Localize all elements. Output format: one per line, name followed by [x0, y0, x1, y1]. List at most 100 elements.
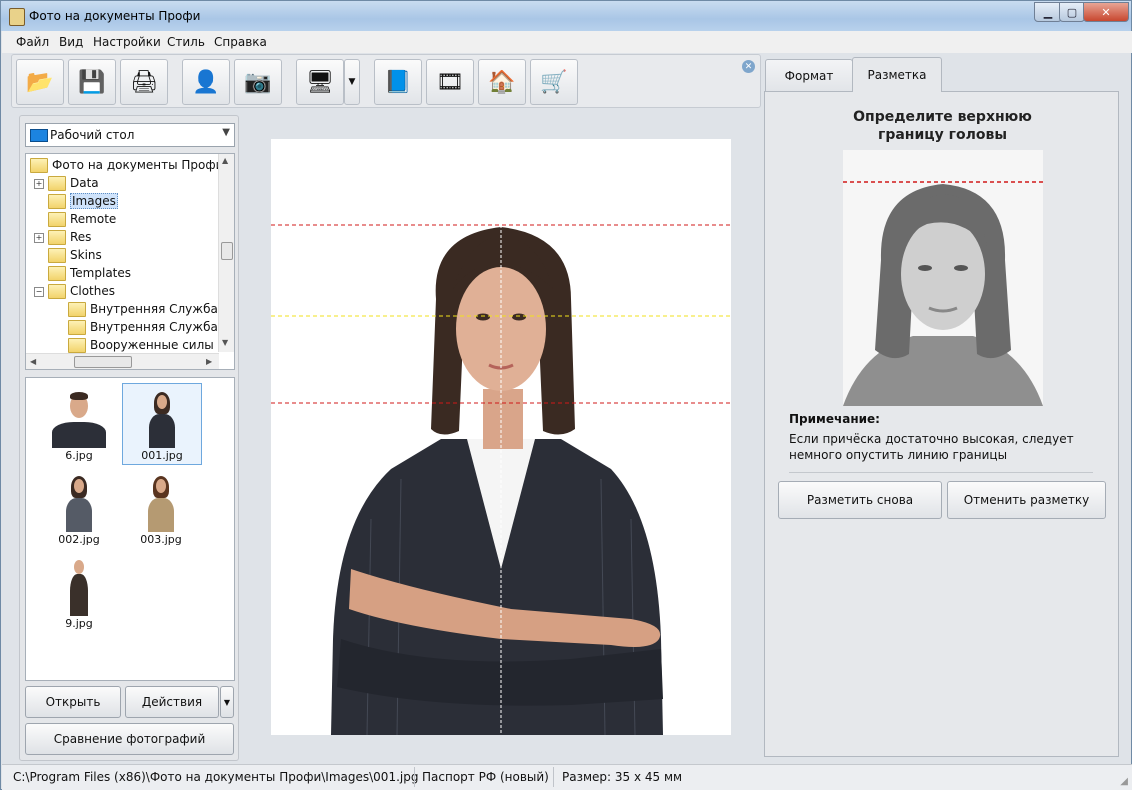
- title-bar: Фото на документы Профи ▁ ▢ ✕: [1, 1, 1131, 31]
- reference-photo: [843, 150, 1043, 406]
- camera-button[interactable]: 📷: [234, 59, 282, 105]
- save-button[interactable]: 💾: [68, 59, 116, 105]
- remark-again-button[interactable]: Разметить снова: [778, 481, 942, 519]
- tree-horizontal-scrollbar[interactable]: ◀ ▶: [26, 353, 219, 369]
- person-icon: 👤: [192, 69, 220, 95]
- chevron-down-icon: ▼: [223, 697, 231, 707]
- thumbnail-list: 6.jpg 001.jpg 002.jpg 003.jpg 9.jpg: [25, 377, 235, 681]
- tree-item[interactable]: Remote: [48, 210, 116, 228]
- status-format: Паспорт РФ (новый): [422, 770, 549, 784]
- scroll-down-icon[interactable]: ▼: [222, 338, 228, 347]
- menu-help[interactable]: Справка: [214, 35, 267, 49]
- video-button[interactable]: 🎞: [426, 59, 474, 105]
- maximize-button[interactable]: ▢: [1059, 2, 1085, 22]
- thumbnail-item[interactable]: 6.jpg: [40, 384, 118, 464]
- expand-icon[interactable]: +: [34, 179, 44, 189]
- folder-icon: [30, 157, 48, 173]
- monitor-dropdown[interactable]: ▼: [344, 59, 360, 105]
- thumbnail-image: [127, 386, 197, 448]
- instruction-title: Определите верхнюю границу головы: [765, 108, 1120, 144]
- thumbnail-image: [44, 470, 114, 532]
- tree-item[interactable]: Внутренняя Служба ж: [68, 300, 232, 318]
- home-icon: 🏠: [488, 69, 516, 95]
- actions-button[interactable]: Действия: [125, 686, 219, 718]
- cart-button[interactable]: 🛒: [530, 59, 578, 105]
- resize-grip-icon[interactable]: ◢: [1120, 776, 1128, 787]
- location-value: Рабочий стол: [50, 128, 135, 142]
- status-separator: [553, 767, 554, 787]
- scroll-right-icon[interactable]: ▶: [206, 357, 212, 366]
- person-button[interactable]: 👤: [182, 59, 230, 105]
- tree-item[interactable]: Res: [48, 228, 91, 246]
- print-button[interactable]: 🖨: [120, 59, 168, 105]
- tree-item[interactable]: Фото на документы Профи: [30, 156, 223, 174]
- close-icon: ✕: [744, 61, 753, 72]
- scroll-thumb[interactable]: [74, 356, 132, 368]
- scroll-thumb[interactable]: [221, 242, 233, 260]
- thumbnail-image: [44, 386, 114, 448]
- tree-item[interactable]: Templates: [48, 264, 131, 282]
- thumbnail-label: 002.jpg: [58, 533, 100, 546]
- tree-item-label: Res: [70, 230, 92, 244]
- tab-markup[interactable]: Разметка: [852, 57, 942, 92]
- thumbnail-item[interactable]: 9.jpg: [40, 552, 118, 632]
- cancel-markup-button[interactable]: Отменить разметку: [947, 481, 1106, 519]
- folder-icon: [48, 193, 66, 209]
- expand-icon[interactable]: +: [34, 233, 44, 243]
- folder-icon: [48, 265, 66, 281]
- menu-file[interactable]: Файл: [16, 35, 49, 49]
- open-button[interactable]: 📂: [16, 59, 64, 105]
- thumbnail-label: 001.jpg: [141, 449, 183, 462]
- thumbnail-item-selected[interactable]: 001.jpg: [122, 383, 202, 465]
- folder-icon: [48, 175, 66, 191]
- tree-item[interactable]: Внутренняя Служба м: [68, 318, 231, 336]
- status-bar: C:\Program Files (x86)\Фото на документы…: [2, 764, 1132, 790]
- location-combobox[interactable]: Рабочий стол ▼: [25, 123, 235, 147]
- collapse-icon[interactable]: −: [34, 287, 44, 297]
- tab-format[interactable]: Формат: [765, 59, 853, 92]
- toolbar: 📂 💾 🖨 👤 📷 🖥 ▼ 📘 🎞 🏠 🛒 ✕: [11, 54, 761, 108]
- tree-item-label: Внутренняя Служба ж: [90, 302, 233, 316]
- thumbnail-image: [44, 554, 114, 616]
- scroll-left-icon[interactable]: ◀: [30, 357, 36, 366]
- folder-icon: [68, 301, 86, 317]
- help-button[interactable]: 📘: [374, 59, 422, 105]
- close-button[interactable]: ✕: [1083, 2, 1129, 22]
- tree-item-label: Data: [70, 176, 99, 190]
- tree-item[interactable]: Clothes: [48, 282, 115, 300]
- photo-canvas[interactable]: [271, 139, 731, 735]
- open-photo-button[interactable]: Открыть: [25, 686, 121, 718]
- tree-item-label: Clothes: [70, 284, 115, 298]
- menu-settings[interactable]: Настройки: [93, 35, 161, 49]
- status-file-path: C:\Program Files (x86)\Фото на документы…: [13, 770, 419, 784]
- menu-style[interactable]: Стиль: [167, 35, 205, 49]
- film-reel-icon: 🎞: [436, 69, 464, 95]
- minimize-button[interactable]: ▁: [1034, 2, 1062, 22]
- open-folder-icon: 📂: [26, 69, 54, 95]
- status-separator: [414, 767, 415, 787]
- reference-svg: [843, 150, 1043, 406]
- note-text: Если причёска достаточно высокая, следуе…: [789, 432, 1074, 462]
- menu-view[interactable]: Вид: [59, 35, 83, 49]
- folder-icon: [48, 247, 66, 263]
- compare-photos-button[interactable]: Сравнение фотографий: [25, 723, 234, 755]
- folder-icon: [68, 319, 86, 335]
- thumbnail-item[interactable]: 003.jpg: [122, 468, 200, 548]
- tree-item[interactable]: Вооруженные силы Р(: [68, 336, 229, 354]
- folder-icon: [48, 211, 66, 227]
- folder-icon: [48, 229, 66, 245]
- tree-item-selected[interactable]: Images: [48, 192, 118, 210]
- tree-item[interactable]: Skins: [48, 246, 102, 264]
- tree-item[interactable]: Data: [48, 174, 99, 192]
- tree-vertical-scrollbar[interactable]: ▲ ▼: [218, 154, 234, 352]
- instruction-line-2: границу головы: [878, 127, 1007, 143]
- monitor-button[interactable]: 🖥: [296, 59, 344, 105]
- scroll-up-icon[interactable]: ▲: [222, 156, 228, 165]
- tree-item-label: Вооруженные силы Р(: [90, 338, 230, 352]
- toolbar-close-button[interactable]: ✕: [742, 60, 755, 73]
- home-button[interactable]: 🏠: [478, 59, 526, 105]
- tree-item-label: Templates: [70, 266, 132, 280]
- thumbnail-item[interactable]: 002.jpg: [40, 468, 118, 548]
- thumbnail-label: 6.jpg: [65, 449, 93, 462]
- actions-dropdown[interactable]: ▼: [220, 686, 234, 718]
